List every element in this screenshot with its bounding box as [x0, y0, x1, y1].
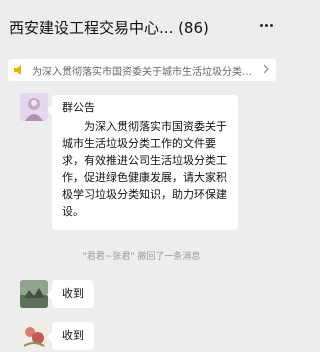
message-bubble[interactable]: 收到 [47, 280, 94, 308]
group-notice-bar[interactable]: 为深入贯彻落实市国资委关于城市生活垃圾分类工作的文件要求 [8, 59, 276, 81]
chevron-right-icon[interactable] [261, 64, 271, 74]
megaphone-icon [14, 65, 21, 75]
chat-header: 西安建设工程交易中心... (86) [0, 0, 283, 56]
message-bubble[interactable]: 收到 [47, 322, 94, 350]
more-dots-icon[interactable] [260, 24, 274, 28]
group-notice-bubble[interactable]: 群公告 为深入贯彻落实市国资委关于城市生活垃圾分类工作的文件要求，有效推进公司生… [47, 95, 238, 230]
message-text: 收到 [62, 287, 84, 300]
avatar[interactable] [20, 93, 48, 121]
chat-title[interactable]: 西安建设工程交易中心... (86) [9, 17, 209, 38]
group-notice-text: 为深入贯彻落实市国资委关于城市生活垃圾分类工作的文件要求，有效推进公司生活垃圾分… [62, 120, 227, 218]
message-text: 收到 [62, 329, 84, 342]
notice-bar-text: 为深入贯彻落实市国资委关于城市生活垃圾分类工作的文件要求 [32, 67, 258, 78]
avatar[interactable] [20, 280, 48, 308]
group-notice-title: 群公告 [62, 101, 95, 114]
recall-notice: "君君~张君" 撤回了一条消息 [82, 252, 201, 262]
avatar[interactable] [20, 322, 48, 350]
